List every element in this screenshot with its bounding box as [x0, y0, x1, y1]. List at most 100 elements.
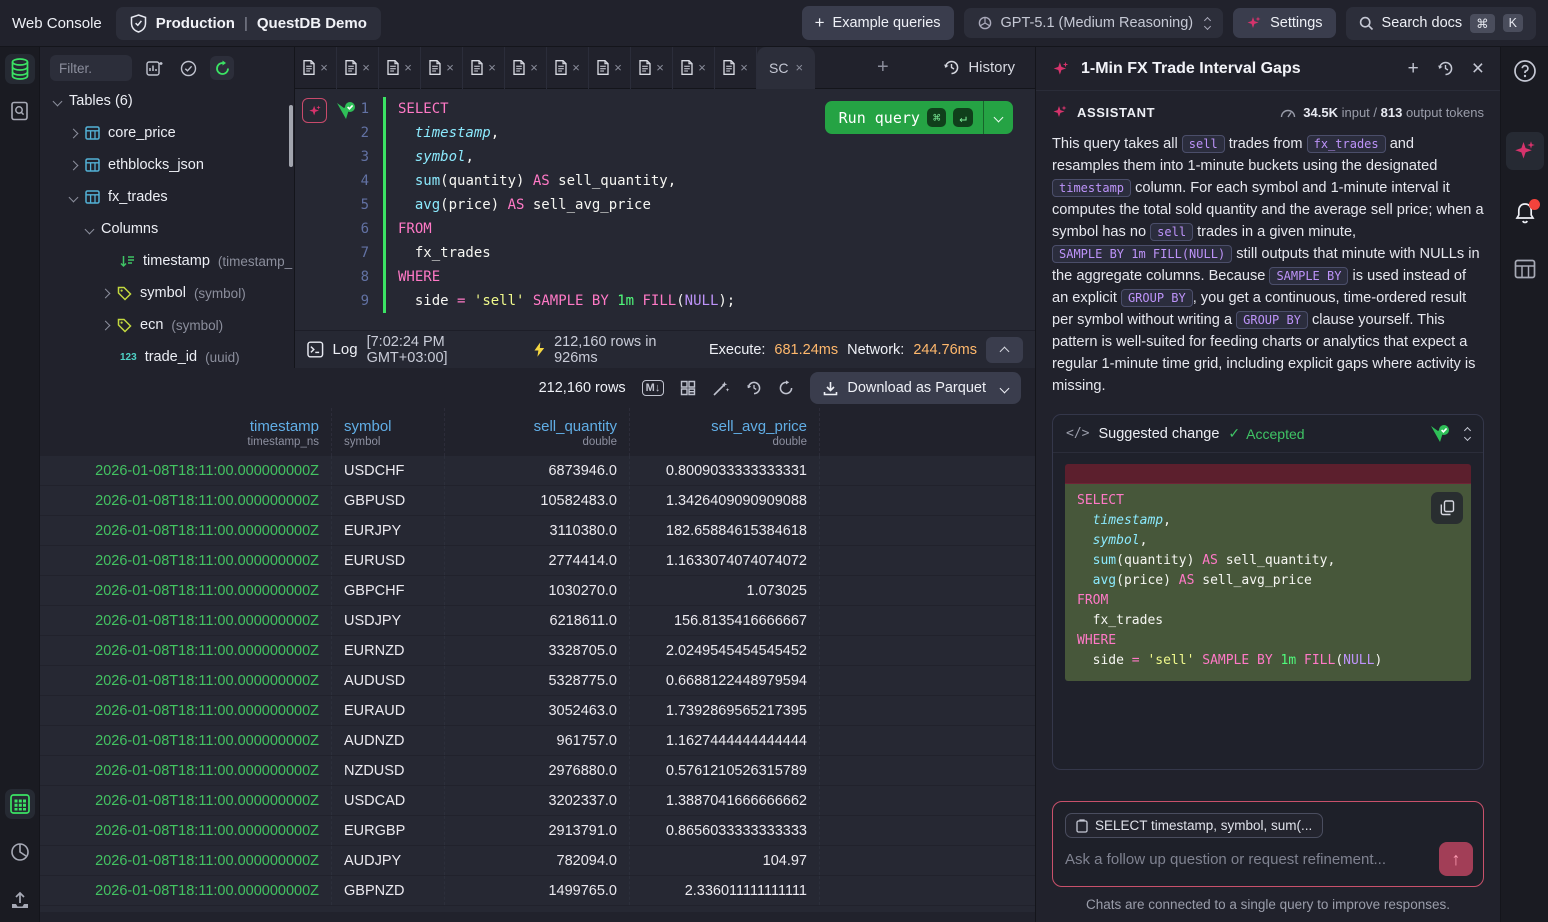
cell-sell-avg-price[interactable]: 104.97	[630, 846, 820, 875]
editor-tab[interactable]: ×	[463, 47, 505, 89]
cell-sell-quantity[interactable]: 1499765.0	[445, 876, 630, 905]
cell-timestamp[interactable]: 2026-01-08T18:11:00.000000000Z	[40, 846, 332, 875]
cell-symbol[interactable]: GBPUSD	[332, 486, 445, 515]
tree-scrollbar[interactable]	[289, 105, 293, 167]
file-search-button[interactable]	[5, 96, 35, 126]
cell-timestamp[interactable]: 2026-01-08T18:11:00.000000000Z	[40, 696, 332, 725]
close-icon[interactable]: ×	[320, 60, 328, 75]
editor-tab[interactable]: ×	[505, 47, 547, 89]
settings-button[interactable]: Settings	[1233, 8, 1335, 38]
cell-symbol[interactable]: EURAUD	[332, 696, 445, 725]
editor-tab[interactable]: ×	[547, 47, 589, 89]
column-item-timestamp[interactable]: timestamp (timestamp_	[40, 245, 294, 277]
cell-sell-avg-price[interactable]: 156.8135416666667	[630, 606, 820, 635]
cell-sell-quantity[interactable]: 10582483.0	[445, 486, 630, 515]
cell-symbol[interactable]: AUDUSD	[332, 666, 445, 695]
table-panel-button[interactable]	[1510, 254, 1540, 284]
close-chat-button[interactable]: ×	[1472, 57, 1484, 81]
copy-markdown-button[interactable]: M↓	[642, 380, 665, 396]
cell-symbol[interactable]: NZDUSD	[332, 756, 445, 785]
refresh-results-button[interactable]	[778, 380, 794, 396]
new-tab-button[interactable]: +	[877, 56, 889, 79]
column-item-ecn[interactable]: ecn (symbol)	[40, 309, 294, 341]
cell-timestamp[interactable]: 2026-01-08T18:11:00.000000000Z	[40, 516, 332, 545]
cell-timestamp[interactable]: 2026-01-08T18:11:00.000000000Z	[40, 756, 332, 785]
close-icon[interactable]: ×	[404, 60, 412, 75]
cell-sell-quantity[interactable]: 3052463.0	[445, 696, 630, 725]
columns-group-row[interactable]: Columns	[40, 213, 294, 245]
cell-sell-avg-price[interactable]: 1.1633074074074072	[630, 546, 820, 575]
cell-sell-avg-price[interactable]: 1.3887041666666662	[630, 786, 820, 815]
cell-sell-avg-price[interactable]: 182.65884615384618	[630, 516, 820, 545]
notifications-button[interactable]	[1510, 198, 1540, 228]
cell-timestamp[interactable]: 2026-01-08T18:11:00.000000000Z	[40, 666, 332, 695]
close-icon[interactable]: ×	[446, 60, 454, 75]
import-button[interactable]	[5, 885, 35, 915]
cell-timestamp[interactable]: 2026-01-08T18:11:00.000000000Z	[40, 726, 332, 755]
code-editor[interactable]: 1SELECT2 timestamp,3 symbol,4 sum(quanti…	[295, 89, 1035, 330]
search-docs-button[interactable]: Search docs ⌘ K	[1346, 7, 1536, 40]
cell-sell-quantity[interactable]: 5328775.0	[445, 666, 630, 695]
ai-panel-button[interactable]	[1506, 132, 1544, 170]
table-row[interactable]: 2026-01-08T18:11:00.000000000ZEURAUD3052…	[40, 696, 1035, 725]
cell-sell-avg-price[interactable]: 1.1627444444444444	[630, 726, 820, 755]
cell-sell-quantity[interactable]: 3202337.0	[445, 786, 630, 815]
cell-sell-avg-price[interactable]: 1.073025	[630, 576, 820, 605]
cell-timestamp[interactable]: 2026-01-08T18:11:00.000000000Z	[40, 576, 332, 605]
close-icon[interactable]: ×	[656, 60, 664, 75]
cell-sell-quantity[interactable]: 6218611.0	[445, 606, 630, 635]
grid-view-button[interactable]	[5, 789, 35, 819]
close-icon[interactable]: ×	[572, 60, 580, 75]
cell-symbol[interactable]: GBPNZD	[332, 876, 445, 905]
table-item-core-price[interactable]: core_price	[40, 117, 294, 149]
cell-timestamp[interactable]: 2026-01-08T18:11:00.000000000Z	[40, 786, 332, 815]
cell-sell-avg-price[interactable]: 0.6688122448979594	[630, 666, 820, 695]
collapse-log-button[interactable]	[986, 337, 1023, 363]
cell-symbol[interactable]: USDJPY	[332, 606, 445, 635]
close-icon[interactable]: ×	[614, 60, 622, 75]
tables-panel-button[interactable]	[5, 54, 35, 84]
table-row[interactable]: 2026-01-08T18:11:00.000000000ZUSDJPY6218…	[40, 606, 1035, 635]
column-header-timestamp[interactable]: timestamp timestamp_ns	[40, 408, 332, 456]
tables-group-row[interactable]: Tables (6)	[40, 85, 294, 117]
cell-sell-quantity[interactable]: 961757.0	[445, 726, 630, 755]
table-row[interactable]: 2026-01-08T18:11:00.000000000ZGBPNZD1499…	[40, 876, 1035, 905]
editor-tab[interactable]: ×	[631, 47, 673, 89]
column-item-symbol[interactable]: symbol (symbol)	[40, 277, 294, 309]
cell-timestamp[interactable]: 2026-01-08T18:11:00.000000000Z	[40, 456, 332, 485]
table-row[interactable]: 2026-01-08T18:11:00.000000000ZEURGBP2913…	[40, 816, 1035, 845]
ai-assist-button[interactable]	[302, 98, 327, 123]
cell-timestamp[interactable]: 2026-01-08T18:11:00.000000000Z	[40, 486, 332, 515]
copy-code-button[interactable]	[1431, 492, 1463, 524]
cell-sell-quantity[interactable]: 3110380.0	[445, 516, 630, 545]
active-editor-tab[interactable]: SC ×	[757, 47, 815, 89]
cell-timestamp[interactable]: 2026-01-08T18:11:00.000000000Z	[40, 876, 332, 905]
editor-tab[interactable]: ×	[337, 47, 379, 89]
send-button[interactable]: ↑	[1439, 842, 1473, 876]
table-row[interactable]: 2026-01-08T18:11:00.000000000ZUSDCAD3202…	[40, 786, 1035, 815]
close-icon[interactable]: ×	[362, 60, 370, 75]
cell-symbol[interactable]: USDCHF	[332, 456, 445, 485]
cell-timestamp[interactable]: 2026-01-08T18:11:00.000000000Z	[40, 546, 332, 575]
toggle-grid-button[interactable]	[680, 380, 696, 396]
chat-input-box[interactable]: SELECT timestamp, symbol, sum(... Ask a …	[1052, 801, 1484, 887]
editor-tab[interactable]: ×	[715, 47, 757, 89]
model-selector[interactable]: GPT-5.1 (Medium Reasoning)	[964, 8, 1224, 38]
instance-badge[interactable]: Production | QuestDB Demo	[116, 7, 381, 40]
expand-collapse-button[interactable]	[1465, 428, 1470, 440]
chart-wand-button[interactable]	[712, 380, 730, 397]
cell-sell-quantity[interactable]: 1030270.0	[445, 576, 630, 605]
column-header-sell-quantity[interactable]: sell_quantity double	[445, 408, 630, 456]
history-button[interactable]: History	[933, 53, 1025, 82]
run-query-button[interactable]: Run query ⌘ ↵	[825, 101, 1013, 134]
close-icon[interactable]: ×	[488, 60, 496, 75]
cell-sell-avg-price[interactable]: 0.5761210526315789	[630, 756, 820, 785]
close-icon[interactable]: ×	[740, 60, 748, 75]
check-circle-button[interactable]	[176, 56, 200, 80]
new-chat-button[interactable]: +	[1408, 58, 1419, 80]
cell-sell-quantity[interactable]: 3328705.0	[445, 636, 630, 665]
cell-sell-avg-price[interactable]: 1.7392869565217395	[630, 696, 820, 725]
table-row[interactable]: 2026-01-08T18:11:00.000000000ZAUDNZD9617…	[40, 726, 1035, 755]
editor-tab[interactable]: ×	[295, 47, 337, 89]
cell-symbol[interactable]: EURJPY	[332, 516, 445, 545]
